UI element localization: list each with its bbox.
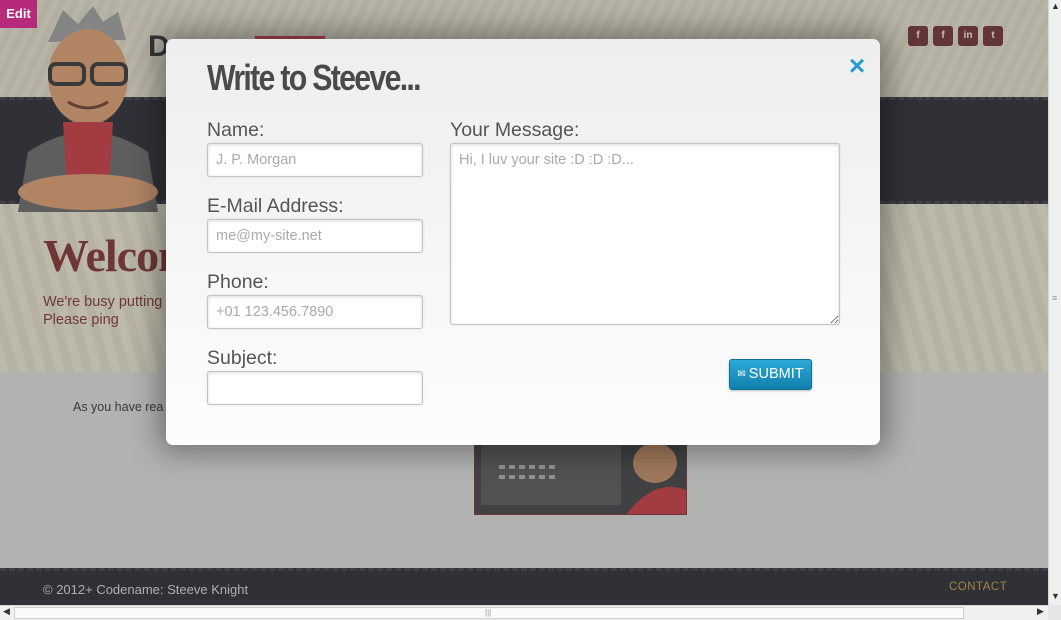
phone-field[interactable] [207, 295, 423, 329]
vertical-scrollbar[interactable]: ▲ ≡ ▼ [1048, 0, 1061, 605]
horizontal-scrollbar[interactable]: ◀ ||| ▶ [0, 605, 1048, 620]
scroll-down-arrow-icon[interactable]: ▼ [1051, 591, 1060, 601]
subject-label: Subject: [207, 347, 278, 369]
scroll-left-arrow-icon[interactable]: ◀ [3, 606, 10, 617]
modal-title: Write to Steeve... [207, 57, 422, 98]
phone-label: Phone: [207, 271, 269, 293]
envelope-icon: ✉ [737, 369, 746, 380]
message-field[interactable] [450, 143, 840, 325]
name-label: Name: [207, 119, 265, 141]
scrollbar-corner [1048, 605, 1061, 620]
submit-label: SUBMIT [748, 366, 804, 382]
subject-field[interactable] [207, 371, 423, 405]
scroll-grip-icon: ≡ [1052, 293, 1058, 303]
submit-button[interactable]: ✉ SUBMIT [729, 359, 812, 390]
edit-button[interactable]: Edit [0, 0, 37, 28]
message-label: Your Message: [450, 119, 580, 141]
close-icon[interactable]: × [846, 52, 868, 80]
contact-modal: Write to Steeve... × Name: E-Mail Addres… [166, 39, 880, 445]
scroll-grip-icon: ||| [485, 608, 492, 617]
name-field[interactable] [207, 143, 423, 177]
scroll-right-arrow-icon[interactable]: ▶ [1037, 606, 1044, 617]
scroll-up-arrow-icon[interactable]: ▲ [1051, 1, 1060, 11]
email-label: E-Mail Address: [207, 195, 344, 217]
email-field[interactable] [207, 219, 423, 253]
